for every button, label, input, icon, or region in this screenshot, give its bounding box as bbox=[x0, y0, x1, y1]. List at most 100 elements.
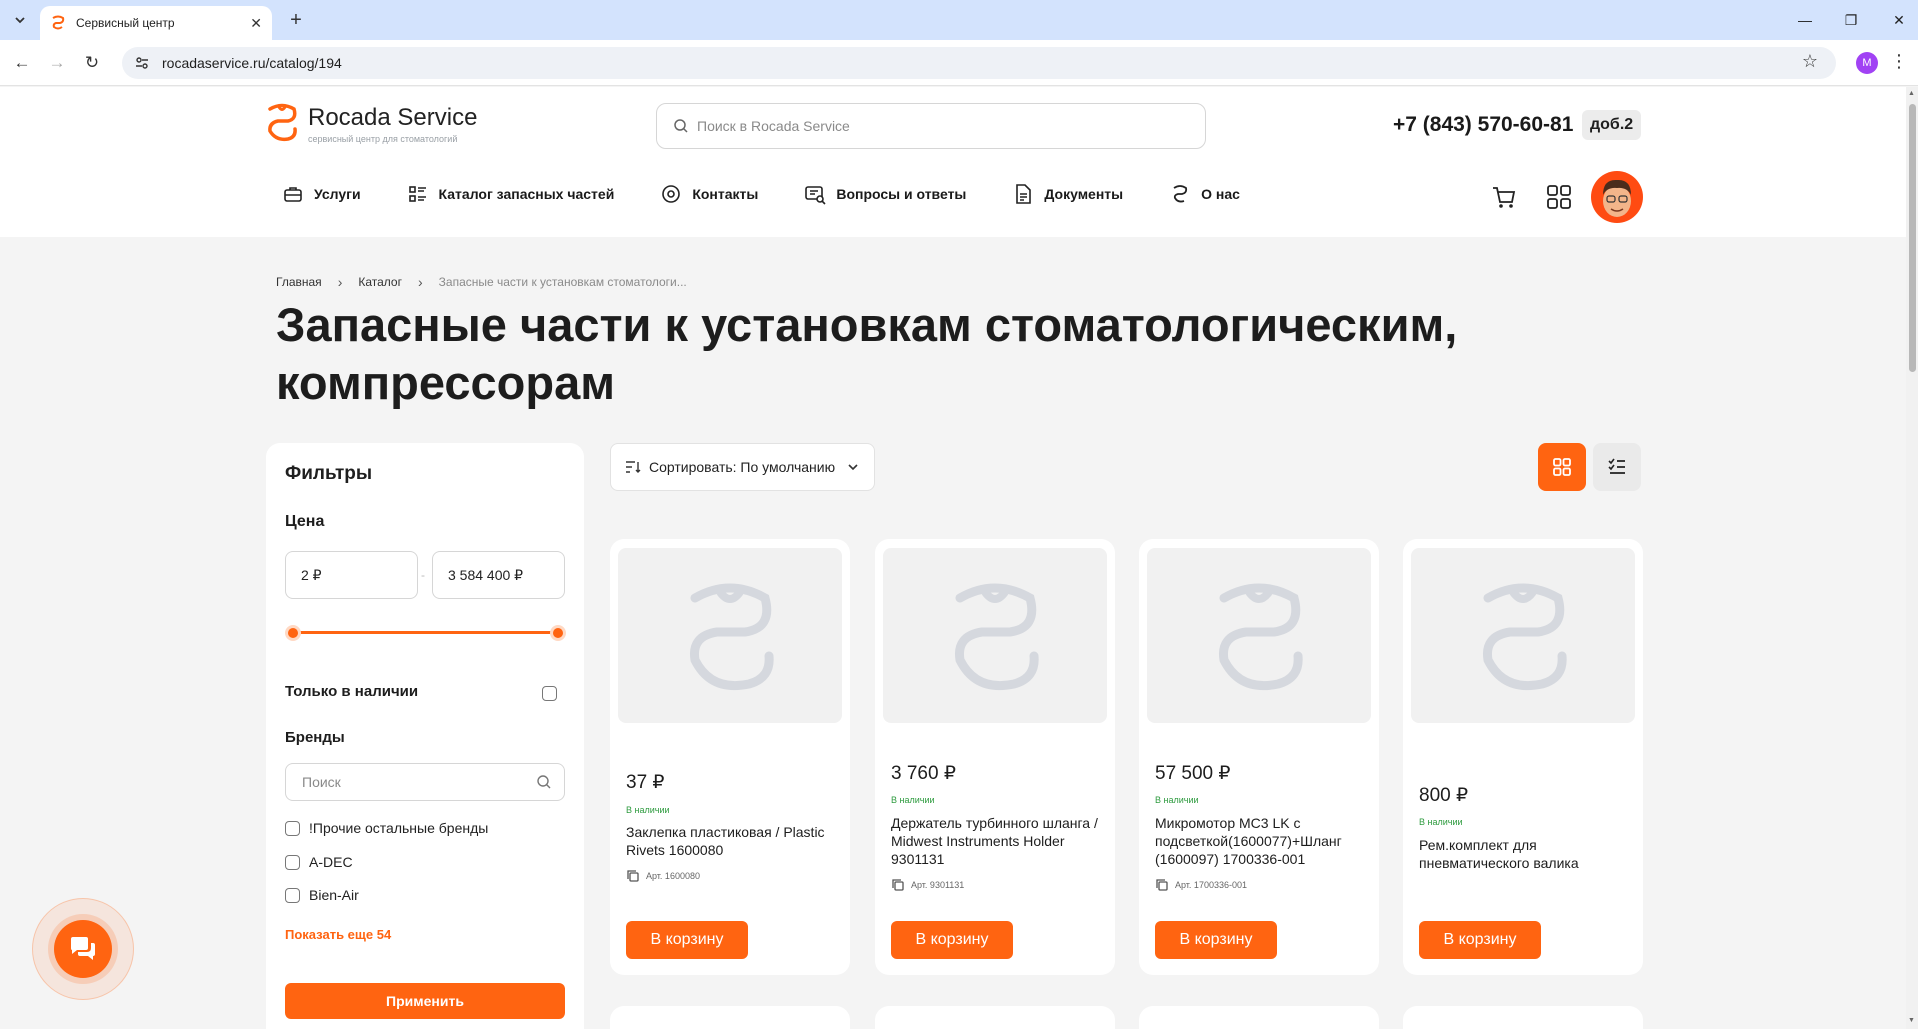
product-card[interactable]: 37 ₽ В наличии Заклепка пластиковая / Pl… bbox=[610, 539, 850, 975]
cart-icon[interactable] bbox=[1490, 183, 1518, 211]
search-input[interactable] bbox=[697, 118, 1177, 134]
menu-item-about[interactable]: О нас bbox=[1169, 183, 1240, 205]
brand-checkbox[interactable] bbox=[285, 854, 300, 870]
menu-item-catalog[interactable]: Каталог запасных частей bbox=[407, 183, 614, 205]
close-window-icon[interactable]: ✕ bbox=[1887, 8, 1911, 32]
phone-number[interactable]: +7 (843) 570-60-81 bbox=[1393, 113, 1573, 137]
search-icon bbox=[674, 119, 688, 133]
menu-item-contacts[interactable]: Контакты bbox=[660, 183, 758, 205]
scroll-down-arrow-icon[interactable]: ▼ bbox=[1908, 1017, 1915, 1024]
add-to-cart-button[interactable]: В корзину bbox=[891, 921, 1013, 959]
browser-menu-icon[interactable]: ⋮ bbox=[1890, 51, 1908, 72]
address-bar[interactable]: rocadaservice.ru/catalog/194 bbox=[122, 47, 1836, 79]
menu-item-faq[interactable]: Вопросы и ответы bbox=[804, 183, 966, 205]
main-menu: Услуги Каталог запасных частей Контакты … bbox=[282, 183, 1286, 205]
product-card[interactable]: 3 760 ₽ В наличии Держатель турбинного ш… bbox=[875, 539, 1115, 975]
in-stock-checkbox[interactable] bbox=[542, 686, 557, 701]
faq-icon bbox=[805, 186, 826, 205]
user-avatar[interactable] bbox=[1591, 171, 1643, 223]
chevron-right-icon: › bbox=[417, 274, 423, 290]
product-card[interactable]: 800 ₽ В наличии Рем.комплект для пневмат… bbox=[1403, 539, 1643, 975]
chat-widget-button[interactable] bbox=[54, 920, 112, 978]
minimize-icon[interactable]: — bbox=[1793, 8, 1817, 32]
site-search[interactable] bbox=[656, 103, 1206, 149]
product-card-next-row[interactable] bbox=[875, 1006, 1115, 1029]
restore-icon[interactable]: ❐ bbox=[1839, 8, 1863, 32]
copy-icon[interactable] bbox=[1155, 878, 1169, 892]
price-slider-min-handle[interactable] bbox=[285, 625, 301, 641]
menu-label: Вопросы и ответы bbox=[836, 186, 967, 202]
product-name[interactable]: Держатель турбинного шланга / Midwest In… bbox=[891, 814, 1106, 868]
product-sku: Арт. 9301131 bbox=[891, 878, 964, 892]
price-slider-max-handle[interactable] bbox=[550, 625, 566, 641]
menu-item-documents[interactable]: Документы bbox=[1012, 183, 1123, 205]
copy-icon[interactable] bbox=[626, 869, 640, 883]
new-tab-button[interactable]: + bbox=[284, 8, 308, 32]
profile-avatar[interactable]: M bbox=[1856, 52, 1878, 74]
in-stock-label: Только в наличии bbox=[285, 683, 419, 700]
product-card-next-row[interactable] bbox=[610, 1006, 850, 1029]
location-pin-icon bbox=[662, 185, 681, 203]
forward-icon[interactable]: → bbox=[45, 51, 69, 75]
stock-status: В наличии bbox=[1155, 795, 1199, 805]
scrollbar-thumb[interactable] bbox=[1909, 104, 1916, 372]
browser-tab-active[interactable]: Сервисный центр ✕ bbox=[40, 6, 272, 40]
product-price: 37 ₽ bbox=[626, 772, 665, 793]
brand-option[interactable]: A-DEC bbox=[285, 854, 353, 870]
menu-item-services[interactable]: Услуги bbox=[282, 183, 361, 205]
apply-filters-button[interactable]: Применить bbox=[285, 983, 565, 1019]
product-sku: Арт. 1700336-001 bbox=[1155, 878, 1247, 892]
breadcrumb-current: Запасные части к установкам стоматологи.… bbox=[438, 275, 687, 289]
brand-search[interactable] bbox=[285, 763, 565, 801]
product-image-placeholder[interactable] bbox=[1147, 548, 1371, 723]
product-sku: Арт. 1600080 bbox=[626, 869, 700, 883]
scroll-up-arrow-icon[interactable]: ▲ bbox=[1908, 90, 1915, 97]
tab-search-button[interactable] bbox=[8, 8, 32, 32]
product-price: 800 ₽ bbox=[1419, 785, 1469, 806]
price-max-input[interactable]: 3 584 400 ₽ bbox=[432, 551, 565, 599]
brand-option[interactable]: Bien-Air bbox=[285, 887, 359, 903]
copy-icon[interactable] bbox=[891, 878, 905, 892]
tooth-placeholder-icon bbox=[1482, 583, 1567, 690]
close-tab-icon[interactable]: ✕ bbox=[250, 15, 262, 32]
add-to-cart-button[interactable]: В корзину bbox=[626, 921, 748, 959]
show-more-brands-link[interactable]: Показать еще 54 bbox=[285, 927, 391, 942]
brand-checkbox[interactable] bbox=[285, 887, 300, 903]
breadcrumb-home[interactable]: Главная bbox=[276, 275, 322, 289]
document-icon bbox=[1016, 184, 1032, 204]
bookmark-star-icon[interactable]: ☆ bbox=[1802, 51, 1818, 72]
sku-text: Арт. 1600080 bbox=[646, 871, 700, 881]
price-slider-track[interactable] bbox=[293, 631, 558, 634]
brand-search-input[interactable] bbox=[302, 774, 522, 790]
breadcrumb-catalog[interactable]: Каталог bbox=[358, 275, 402, 289]
product-image-placeholder[interactable] bbox=[618, 548, 842, 723]
logo-name: Rocada Service bbox=[308, 104, 478, 131]
product-card-next-row[interactable] bbox=[1139, 1006, 1379, 1029]
product-name[interactable]: Микромотор МС3 LK с подсветкой(1600077)+… bbox=[1155, 814, 1370, 868]
site-header: Rocada Service сервисный центр для стома… bbox=[0, 87, 1906, 237]
add-to-cart-button[interactable]: В корзину bbox=[1419, 921, 1541, 959]
list-view-button[interactable] bbox=[1593, 443, 1641, 491]
product-name[interactable]: Заклепка пластиковая / Plastic Rivets 16… bbox=[626, 823, 841, 859]
brand-option[interactable]: !Прочие остальные бренды bbox=[285, 820, 488, 836]
brand-label: Bien-Air bbox=[309, 887, 359, 903]
site-logo[interactable]: Rocada Service сервисный центр для стома… bbox=[264, 103, 477, 145]
product-card[interactable]: 57 500 ₽ В наличии Микромотор МС3 LK с п… bbox=[1139, 539, 1379, 975]
product-name[interactable]: Рем.комплект для пневматического валика bbox=[1419, 836, 1634, 872]
tooth-placeholder-icon bbox=[954, 583, 1039, 690]
price-min-input[interactable]: 2 ₽ bbox=[285, 551, 418, 599]
add-to-cart-button[interactable]: В корзину bbox=[1155, 921, 1277, 959]
grid-view-button[interactable] bbox=[1538, 443, 1586, 491]
product-image-placeholder[interactable] bbox=[1411, 548, 1635, 723]
sort-dropdown[interactable]: Сортировать: По умолчанию bbox=[610, 443, 875, 491]
product-card-next-row[interactable] bbox=[1403, 1006, 1643, 1029]
menu-label: Контакты bbox=[692, 186, 759, 202]
back-icon[interactable]: ← bbox=[10, 51, 34, 75]
grid-view-icon bbox=[1553, 458, 1571, 476]
compare-grid-icon[interactable] bbox=[1545, 183, 1573, 211]
reload-icon[interactable]: ↻ bbox=[80, 51, 104, 75]
product-image-placeholder[interactable] bbox=[883, 548, 1107, 723]
chevron-down-icon bbox=[15, 17, 25, 24]
brand-checkbox[interactable] bbox=[285, 820, 300, 836]
site-info-icon[interactable] bbox=[134, 55, 150, 71]
